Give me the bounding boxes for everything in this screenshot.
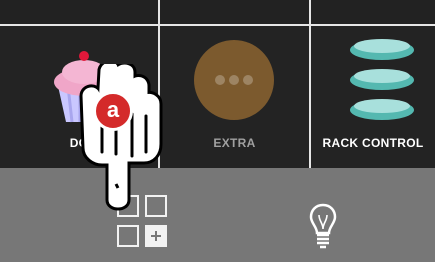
- tile-label: RACK CONTROL: [322, 136, 424, 150]
- pointing-hand-icon: [79, 64, 163, 211]
- divider: [158, 0, 160, 26]
- tile-rack-control[interactable]: RACK CONTROL: [311, 26, 435, 168]
- more-dots-icon: [194, 40, 274, 120]
- grid-square: [117, 225, 139, 247]
- lightbulb-icon[interactable]: [308, 203, 338, 251]
- pointer-letter: a: [106, 97, 120, 122]
- plus-square: [145, 225, 167, 247]
- tile-extra[interactable]: EXTRA: [160, 26, 309, 168]
- tile-label: EXTRA: [213, 136, 256, 150]
- divider: [309, 0, 311, 26]
- pointer-badge: a: [93, 91, 133, 131]
- rack-plates-icon: [350, 39, 414, 120]
- top-strip: [0, 0, 435, 26]
